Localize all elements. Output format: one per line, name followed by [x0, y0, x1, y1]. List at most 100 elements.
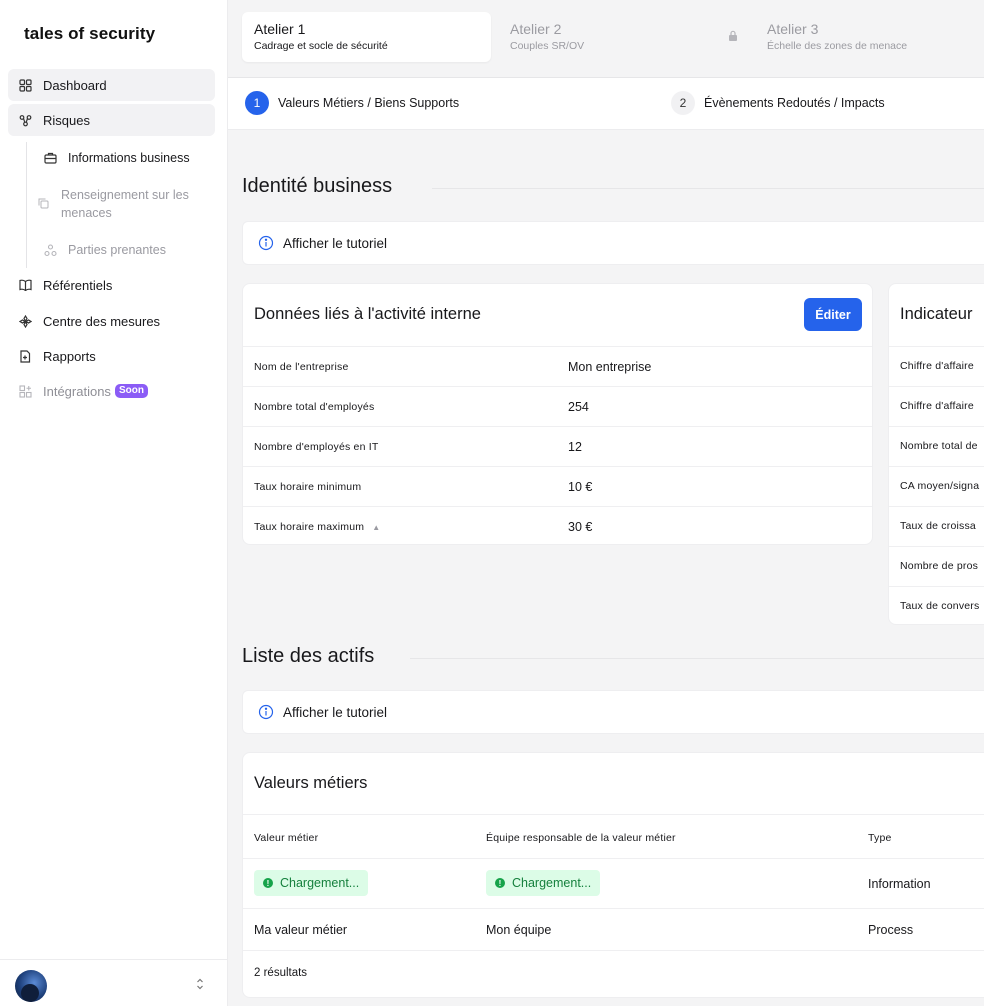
dashboard-icon [18, 78, 32, 92]
row-key: Chiffre d'affaire [900, 360, 974, 372]
data-row: Taux horaire minimum 10 € [243, 466, 872, 506]
sidebar-subitem-parties-prenantes[interactable]: Parties prenantes [36, 241, 214, 259]
cell-text: Chargement... [280, 876, 360, 890]
steps-bar: 1 Valeurs Métiers / Biens Supports 2 Évè… [228, 78, 984, 130]
sidebar-subitem-renseignement-menaces[interactable]: Renseignement sur les menaces [36, 186, 214, 222]
sidebar-item-integrations[interactable]: Intégrations Soon [8, 375, 215, 407]
data-row: CA moyen/signa [889, 466, 984, 506]
step-number: 1 [245, 91, 269, 115]
sidebar-item-label: Risques [43, 112, 90, 128]
data-row: Taux horaire maximum ▲ 30 € [243, 506, 872, 544]
step-valeurs-metiers[interactable]: 1 Valeurs Métiers / Biens Supports [245, 91, 459, 115]
sidebar-item-rapports[interactable]: Rapports [8, 340, 215, 372]
sidebar-subitem-label: Renseignement sur les menaces [61, 188, 189, 220]
table-divider [243, 858, 984, 859]
section-title-identite: Identité business [242, 175, 393, 197]
row-value: 10 € [568, 479, 593, 494]
sidebar-item-label: Dashboard [43, 77, 107, 93]
data-row: Taux de croissa [889, 506, 984, 546]
alert-icon: ! [263, 878, 273, 888]
sidebar-item-referentiels[interactable]: Référentiels [8, 269, 215, 301]
cell-text: Chargement... [512, 876, 592, 890]
measures-icon [18, 314, 32, 328]
data-row: Nom de l'entreprise Mon entreprise [243, 346, 872, 386]
tutorial-button[interactable]: Afficher le tutoriel [242, 690, 984, 734]
table-divider [243, 908, 984, 909]
card-title: Indicateur [900, 305, 973, 323]
data-row: Nombre d'employés en IT 12 [243, 426, 872, 466]
submenu-divider [26, 142, 27, 268]
data-row: Chiffre d'affaire [889, 386, 984, 426]
user-menu[interactable] [0, 959, 227, 1006]
data-row: Nombre total de [889, 426, 984, 466]
atelier-title: Atelier 2 [510, 21, 562, 37]
column-header[interactable]: Type [868, 832, 892, 844]
column-header[interactable]: Équipe responsable de la valeur métier [486, 832, 676, 844]
internal-data-card: Données liés à l'activité interne Éditer… [242, 283, 873, 545]
edit-button[interactable]: Éditer [804, 298, 862, 331]
sidebar-subitem-label: Parties prenantes [68, 243, 166, 257]
cell-type: Process [868, 923, 914, 937]
cell-valeur[interactable]: Ma valeur métier [254, 923, 347, 937]
lock-icon [728, 30, 738, 44]
data-row: Taux de convers [889, 586, 984, 624]
data-row: Nombre de pros [889, 546, 984, 586]
column-header[interactable]: Valeur métier [254, 832, 318, 844]
data-row: Nombre total d'employés 254 [243, 386, 872, 426]
sidebar-item-label: Centre des mesures [43, 313, 161, 329]
section-title-actifs: Liste des actifs [242, 645, 375, 667]
tutorial-button[interactable]: Afficher le tutoriel [242, 221, 984, 265]
row-key: Taux de croissa [900, 520, 976, 532]
data-row: Chiffre d'affaire [889, 346, 984, 386]
loading-badge: ! Chargement... [254, 870, 369, 896]
brand-logo[interactable]: tales of security [24, 24, 155, 44]
row-key-text: Taux horaire maximum [254, 520, 365, 533]
atelier-subtitle: Cadrage et socle de sécurité [254, 40, 388, 52]
tutorial-label: Afficher le tutoriel [283, 235, 388, 251]
integrations-icon [18, 384, 32, 398]
step-evenements-redoutes[interactable]: 2 Évènements Redoutés / Impacts [671, 91, 885, 115]
card-title: Données liés à l'activité interne [254, 305, 481, 323]
atelier-title: Atelier 3 [767, 21, 819, 37]
tab-atelier-2[interactable]: Atelier 2 Couples SR/OV [498, 12, 698, 62]
info-icon [258, 235, 274, 251]
chevrons-up-down-icon[interactable] [196, 978, 204, 991]
tab-atelier-3[interactable]: Atelier 3 Échelle des zones de menace [755, 12, 975, 62]
step-label: Évènements Redoutés / Impacts [704, 96, 885, 110]
stakeholders-icon [43, 243, 57, 257]
sidebar-item-label: Intégrations [43, 383, 111, 399]
row-key: Nom de l'entreprise [254, 360, 349, 373]
row-key: Chiffre d'affaire [900, 400, 974, 412]
cell-equipe: Mon équipe [486, 923, 552, 937]
sidebar-item-centre-mesures[interactable]: Centre des mesures [8, 305, 215, 337]
info-icon [258, 704, 274, 720]
step-label: Valeurs Métiers / Biens Supports [278, 96, 460, 110]
cell-type: Information [868, 877, 931, 891]
card-title: Valeurs métiers [254, 774, 368, 792]
caret-up-icon[interactable]: ▲ [372, 523, 380, 532]
report-icon [18, 349, 32, 363]
avatar[interactable] [15, 970, 47, 1002]
briefcase-icon [43, 151, 57, 165]
row-value: 254 [568, 399, 589, 414]
atelier-subtitle: Couples SR/OV [510, 40, 585, 52]
result-count: 2 résultats [254, 967, 308, 979]
row-key: Taux horaire minimum [254, 480, 362, 493]
sidebar-subitem-label: Informations business [68, 151, 190, 165]
atelier-title: Atelier 1 [254, 21, 306, 37]
sidebar-item-risques[interactable]: Risques [8, 104, 215, 136]
row-value: 30 € [568, 519, 593, 534]
row-key: Taux horaire maximum ▲ [254, 521, 380, 533]
sidebar-item-dashboard[interactable]: Dashboard [8, 69, 215, 101]
sidebar-subitem-informations-business[interactable]: Informations business [36, 149, 214, 167]
risk-nodes-icon [18, 113, 32, 127]
soon-badge: Soon [114, 384, 148, 398]
sidebar-item-label: Rapports [43, 348, 96, 364]
row-key: Nombre d'employés en IT [254, 440, 379, 453]
ateliers-tabs: Atelier 1 Cadrage et socle de sécurité A… [228, 0, 984, 78]
row-key: CA moyen/signa [900, 480, 980, 492]
table-divider [243, 950, 984, 951]
atelier-subtitle: Échelle des zones de menace [767, 40, 908, 52]
tab-atelier-1[interactable]: Atelier 1 Cadrage et socle de sécurité [242, 12, 491, 62]
section-divider [410, 658, 984, 659]
